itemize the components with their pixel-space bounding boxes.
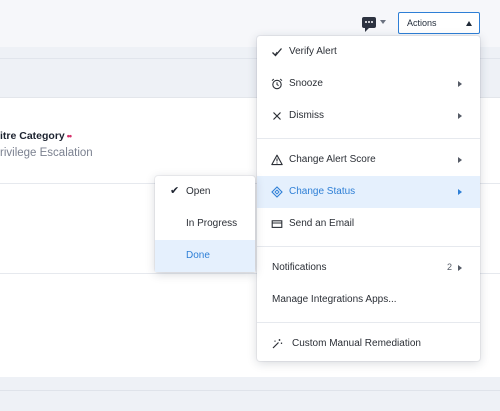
- menu-item-label: Change Alert Score: [289, 154, 376, 165]
- menu-divider: [257, 138, 480, 139]
- status-option-open[interactable]: ✔ Open: [155, 176, 255, 208]
- submenu-arrow-icon: [458, 189, 462, 195]
- alert-detail-page: Actions itre Category •• rivilege Escalat…: [0, 0, 500, 411]
- check-icon: [272, 48, 282, 57]
- menu-item-snooze[interactable]: Snooze: [257, 68, 480, 100]
- submenu-arrow-icon: [458, 265, 462, 271]
- menu-item-manage-integrations[interactable]: Manage Integrations Apps...: [257, 284, 480, 316]
- menu-item-change-alert-score[interactable]: Change Alert Score: [257, 144, 480, 176]
- actions-menu: Verify Alert Snooze Dismiss Change Alert…: [257, 36, 480, 361]
- mitre-category-value: rivilege Escalation: [0, 147, 93, 159]
- menu-divider: [257, 246, 480, 247]
- warning-icon: [271, 154, 283, 166]
- notification-count: 2: [446, 262, 452, 272]
- magic-wand-icon: [272, 339, 283, 349]
- comment-button[interactable]: [357, 11, 391, 33]
- status-option-label: Open: [186, 186, 211, 197]
- menu-item-verify-alert[interactable]: Verify Alert: [257, 36, 480, 68]
- status-option-in-progress[interactable]: In Progress: [155, 208, 255, 240]
- menu-item-dismiss[interactable]: Dismiss: [257, 100, 480, 132]
- menu-divider: [257, 322, 480, 323]
- menu-item-label: Manage Integrations Apps...: [272, 294, 397, 305]
- alarm-clock-icon: [271, 78, 283, 90]
- menu-item-label: Custom Manual Remediation: [292, 338, 421, 349]
- x-icon: [273, 112, 281, 120]
- caret-up-icon: [466, 21, 472, 26]
- submenu-arrow-icon: [458, 81, 462, 87]
- required-marker: ••: [66, 131, 72, 141]
- menu-item-label: Dismiss: [289, 110, 324, 121]
- submenu-arrow-icon: [458, 113, 462, 119]
- chevron-down-icon: [380, 20, 386, 24]
- submenu-arrow-icon: [458, 157, 462, 163]
- menu-item-label: Send an Email: [289, 218, 355, 229]
- menu-item-label: Snooze: [289, 78, 323, 89]
- menu-item-send-email[interactable]: Send an Email: [257, 208, 480, 240]
- section-divider: [0, 390, 500, 391]
- mitre-category-label: itre Category ••: [0, 130, 72, 142]
- actions-button-label: Actions: [407, 18, 437, 28]
- actions-button[interactable]: Actions: [398, 12, 480, 34]
- envelope-icon: [271, 220, 283, 228]
- status-option-label: In Progress: [186, 218, 238, 229]
- chat-bubble-icon: [362, 16, 376, 32]
- menu-item-label: Change Status: [289, 186, 356, 197]
- change-status-submenu: ✔ Open In Progress Done: [155, 176, 255, 272]
- menu-item-label: Notifications: [272, 262, 327, 273]
- menu-item-change-status[interactable]: Change Status: [257, 176, 480, 208]
- menu-item-label: Verify Alert: [289, 46, 337, 57]
- mitre-category-label-text: itre Category: [0, 130, 65, 142]
- status-option-done[interactable]: Done: [155, 240, 255, 272]
- check-icon: ✔: [170, 185, 180, 197]
- menu-item-notifications[interactable]: Notifications 2: [257, 252, 480, 284]
- status-option-label: Done: [186, 250, 210, 261]
- diamond-icon: [271, 186, 283, 198]
- menu-item-custom-remediation[interactable]: Custom Manual Remediation: [257, 328, 480, 360]
